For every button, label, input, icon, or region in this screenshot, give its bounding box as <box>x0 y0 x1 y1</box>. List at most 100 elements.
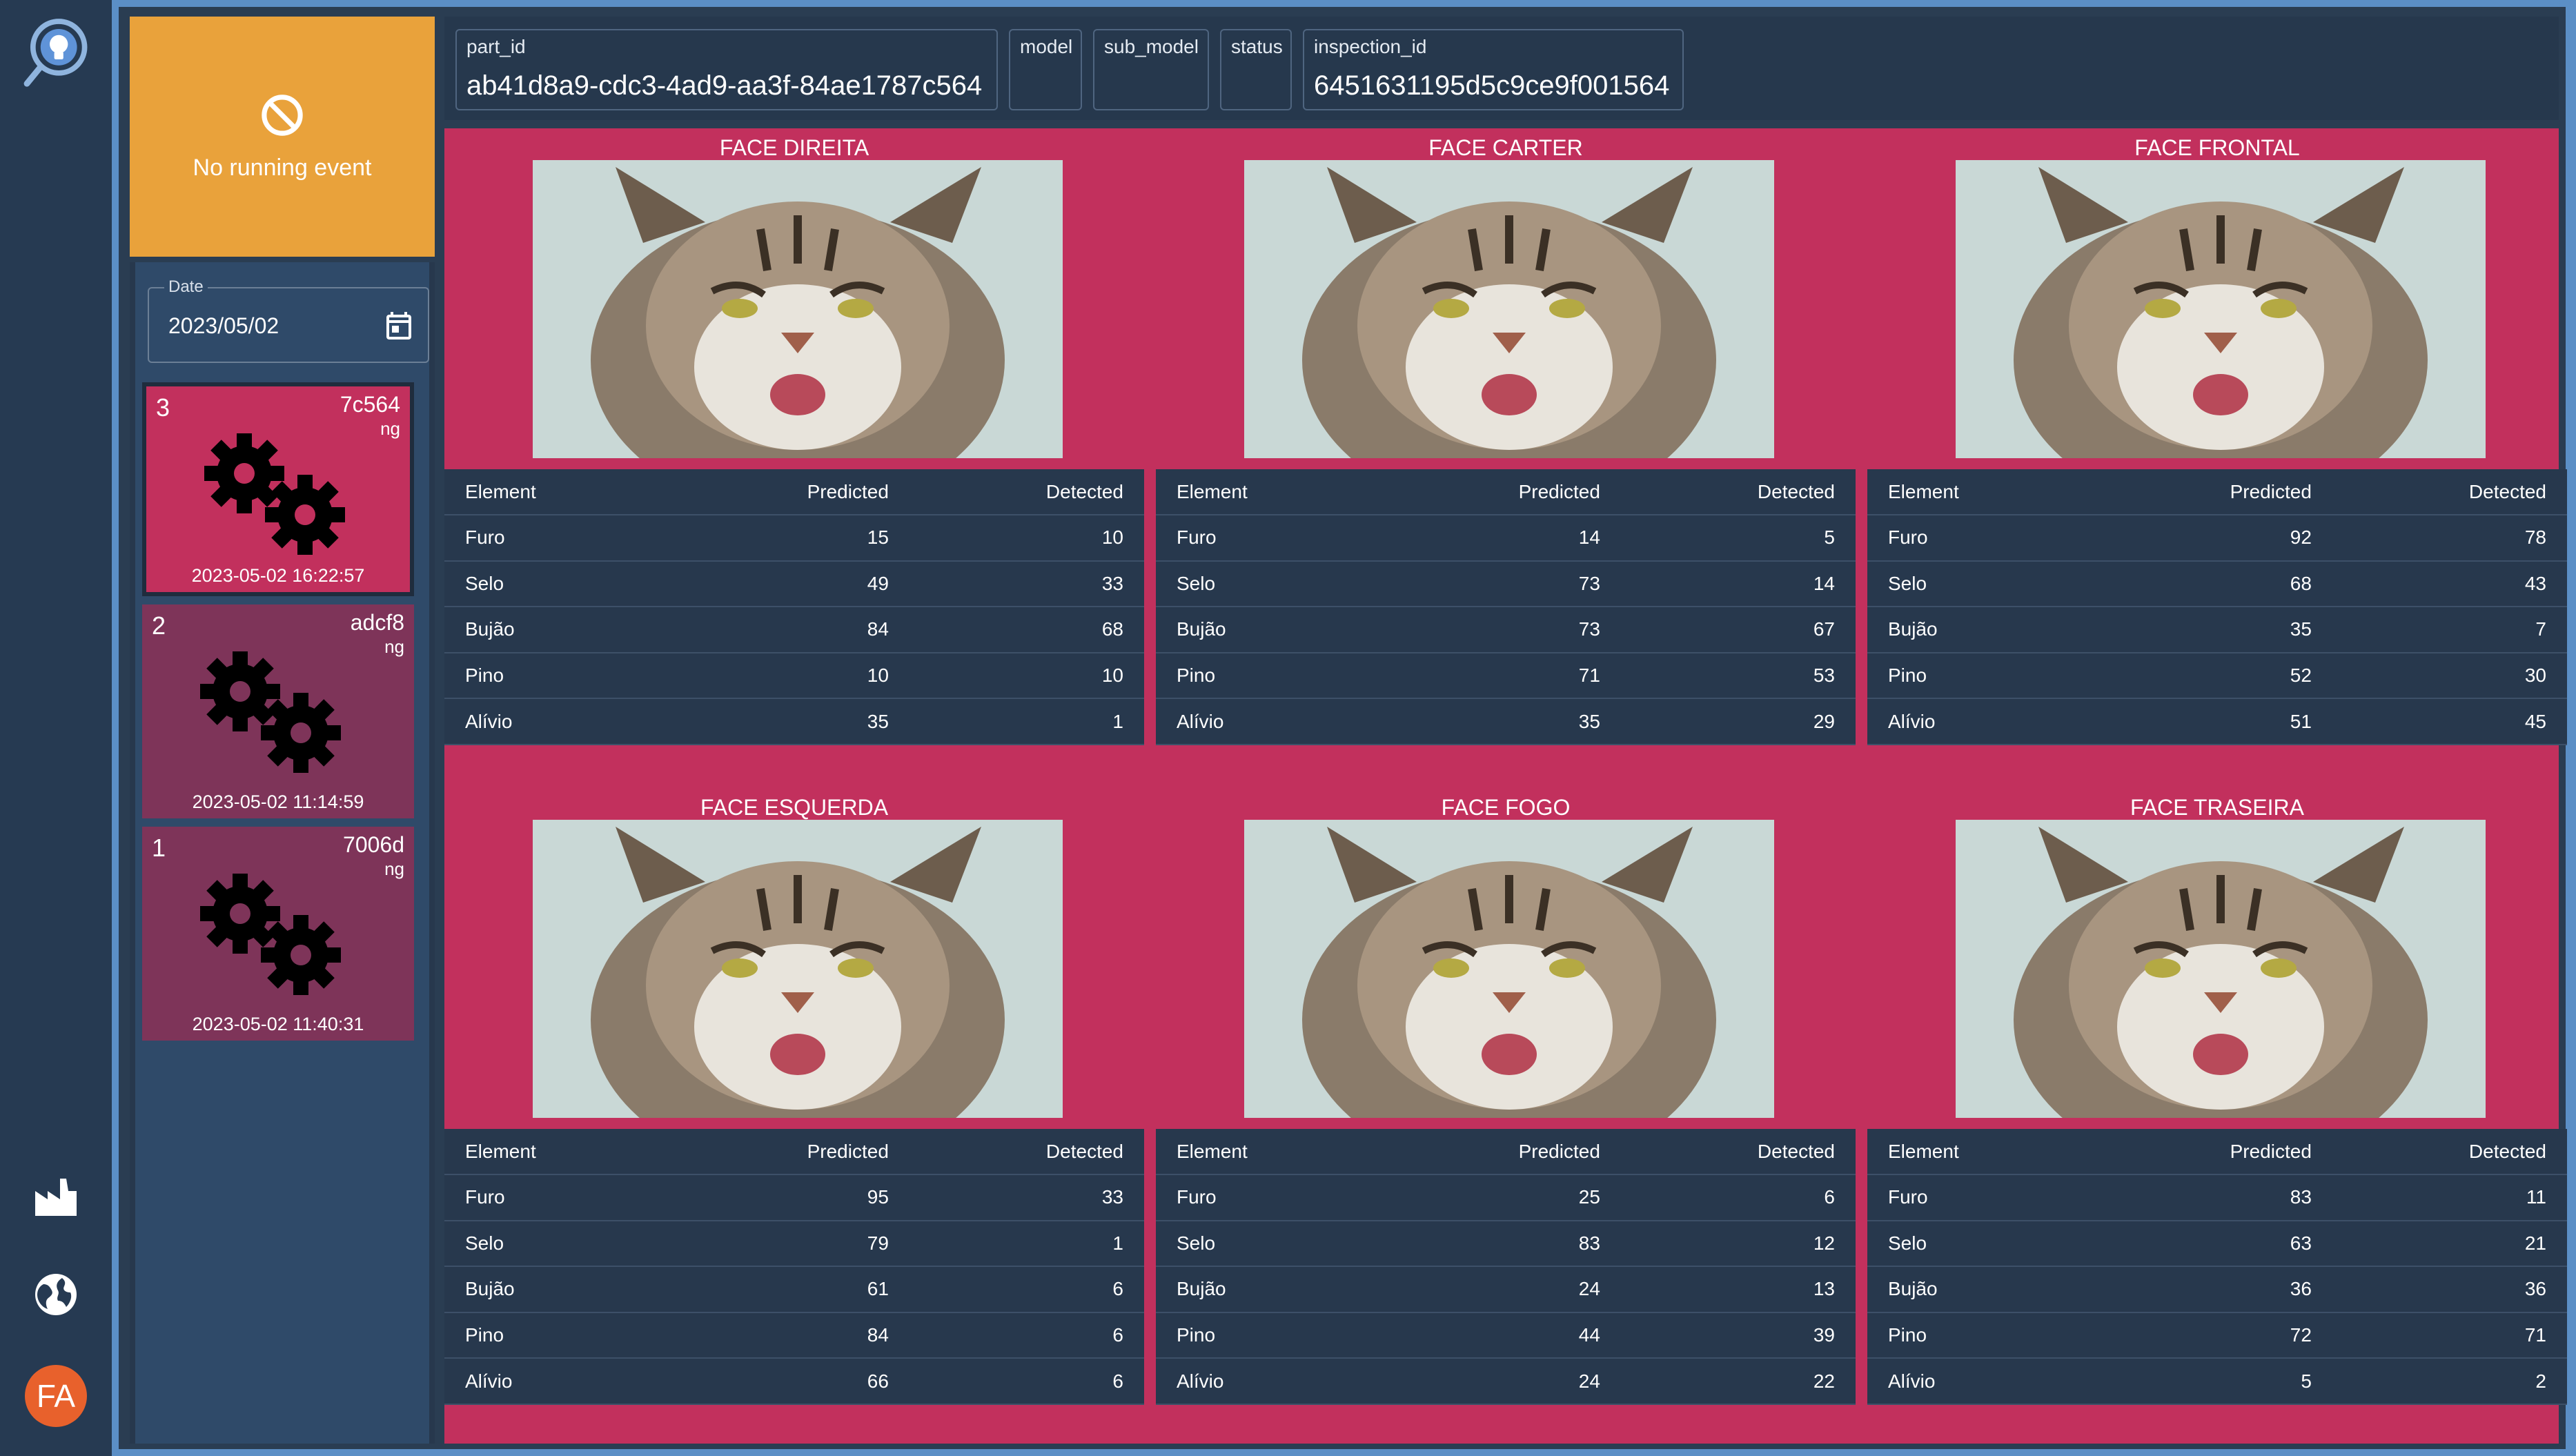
detected-cell: 39 <box>1620 1312 1856 1359</box>
inspection-id-value: 6451631195d5c9ce9f001564 <box>1314 70 1670 101</box>
table-row[interactable]: Alívio 35 29 <box>1156 698 1856 745</box>
table-row[interactable]: Furo 14 5 <box>1156 515 1856 562</box>
face-title: FACE FRONTAL <box>2134 135 2300 160</box>
element-cell: Furo <box>1867 515 2090 562</box>
column-header: Element <box>1867 1129 2090 1175</box>
element-cell: Alívio <box>1156 1358 1378 1405</box>
event-card[interactable]: 3 7c564 ng 2023-05-02 16:22:57 <box>142 382 414 596</box>
detection-table: Element Predicted Detected Furo 14 5 Selo 73… <box>1156 469 1856 745</box>
gears-icon <box>204 433 345 555</box>
predicted-cell: 84 <box>666 607 910 653</box>
model-label: model <box>1020 36 1073 57</box>
predicted-cell: 24 <box>1377 1358 1621 1405</box>
table-row[interactable]: Furo 25 6 <box>1156 1174 1856 1221</box>
date-value[interactable]: 2023/05/02 <box>168 313 279 339</box>
table-row[interactable]: Alívio 51 45 <box>1867 698 2567 745</box>
element-cell: Pino <box>1867 652 2090 700</box>
event-number: 3 <box>156 393 170 422</box>
inspection-id-field[interactable]: inspection_id 6451631195d5c9ce9f001564 <box>1303 29 1684 110</box>
event-timestamp: 2023-05-02 11:40:31 <box>192 1014 364 1034</box>
column-header: Predicted <box>1377 1129 1621 1175</box>
face-panel: FACE FOGO Element Predicted Detected Fur… <box>1156 788 1856 1439</box>
element-cell: Selo <box>1156 560 1378 608</box>
element-cell: Furo <box>1156 515 1378 562</box>
table-row[interactable]: Furo 92 78 <box>1867 515 2567 562</box>
table-row[interactable]: Alívio 35 1 <box>444 698 1144 745</box>
detected-cell: 7 <box>2332 607 2567 653</box>
part-id-value: ab41d8a9-cdc3-4ad9-aa3f-84ae1787c564 <box>466 70 983 101</box>
user-avatar[interactable]: FA <box>25 1365 87 1427</box>
table-row[interactable]: Selo 73 14 <box>1156 560 1856 608</box>
table-row[interactable]: Bujão 61 6 <box>444 1266 1144 1313</box>
date-picker[interactable]: Date 2023/05/02 <box>148 277 429 363</box>
part-id-field[interactable]: part_id ab41d8a9-cdc3-4ad9-aa3f-84ae1787… <box>455 29 998 110</box>
column-header: Detected <box>909 1129 1144 1175</box>
face-photo[interactable] <box>533 820 1063 1118</box>
table-row[interactable]: Pino 84 6 <box>444 1312 1144 1359</box>
table-row[interactable]: Furo 95 33 <box>444 1174 1144 1221</box>
element-cell: Bujão <box>1156 607 1378 653</box>
predicted-cell: 71 <box>1377 652 1621 700</box>
element-cell: Furo <box>444 515 667 562</box>
table-row[interactable]: Pino 10 10 <box>444 652 1144 700</box>
table-row[interactable]: Alívio 5 2 <box>1867 1358 2567 1405</box>
table-row[interactable]: Pino 71 53 <box>1156 652 1856 700</box>
column-header: Element <box>1156 1129 1378 1175</box>
element-cell: Pino <box>444 1312 667 1359</box>
table-row[interactable]: Selo 49 33 <box>444 560 1144 608</box>
element-cell: Bujão <box>444 607 667 653</box>
table-row[interactable]: Bujão 73 67 <box>1156 607 1856 653</box>
face-photo[interactable] <box>533 160 1063 458</box>
face-panel: FACE FRONTAL Element Predicted Detected <box>1867 128 2567 780</box>
table-row[interactable]: Bujão 84 68 <box>444 607 1144 653</box>
detected-cell: 29 <box>1620 698 1856 745</box>
face-photo[interactable] <box>1244 820 1774 1118</box>
globe-icon[interactable] <box>31 1270 81 1319</box>
detection-table: Element Predicted Detected Furo 83 11 Selo 6… <box>1867 1129 2567 1405</box>
table-row[interactable]: Pino 44 39 <box>1156 1312 1856 1359</box>
app-logo-icon[interactable] <box>19 14 95 90</box>
predicted-cell: 36 <box>2089 1266 2332 1313</box>
table-row[interactable]: Selo 63 21 <box>1867 1220 2567 1268</box>
column-header: Element <box>444 469 667 515</box>
gears-icon <box>200 874 341 995</box>
table-row[interactable]: Pino 52 30 <box>1867 652 2567 700</box>
inspection-header: part_id ab41d8a9-cdc3-4ad9-aa3f-84ae1787… <box>444 17 2559 120</box>
table-row[interactable]: Selo 83 12 <box>1156 1220 1856 1268</box>
sub-model-field[interactable]: sub_model <box>1093 29 1209 110</box>
face-photo[interactable] <box>1956 820 2486 1118</box>
table-row[interactable]: Alívio 24 22 <box>1156 1358 1856 1405</box>
table-row[interactable]: Alívio 66 6 <box>444 1358 1144 1405</box>
nav-rail: FA <box>0 0 112 1456</box>
column-header: Predicted <box>2089 469 2332 515</box>
event-card[interactable]: 1 7006d ng 2023-05-02 11:40:31 <box>142 827 414 1041</box>
detected-cell: 10 <box>909 515 1144 562</box>
status-field[interactable]: status <box>1220 29 1292 110</box>
model-field[interactable]: model <box>1009 29 1082 110</box>
table-row[interactable]: Selo 68 43 <box>1867 560 2567 608</box>
event-part-id: adcf8 <box>350 610 404 635</box>
table-row[interactable]: Pino 72 71 <box>1867 1312 2567 1359</box>
detected-cell: 43 <box>2332 560 2567 608</box>
table-row[interactable]: Bujão 35 7 <box>1867 607 2567 653</box>
table-row[interactable]: Bujão 36 36 <box>1867 1266 2567 1313</box>
face-photo[interactable] <box>1956 160 2486 458</box>
table-row[interactable]: Selo 79 1 <box>444 1220 1144 1268</box>
detected-cell: 68 <box>909 607 1144 653</box>
element-cell: Pino <box>1156 652 1378 700</box>
element-cell: Furo <box>1867 1174 2090 1221</box>
event-timestamp: 2023-05-02 11:14:59 <box>192 791 364 812</box>
predicted-cell: 83 <box>1377 1220 1621 1268</box>
table-row[interactable]: Furo 83 11 <box>1867 1174 2567 1221</box>
predicted-cell: 14 <box>1377 515 1621 562</box>
factory-icon[interactable] <box>31 1170 81 1220</box>
table-row[interactable]: Bujão 24 13 <box>1156 1266 1856 1313</box>
element-cell: Alívio <box>1867 698 2090 745</box>
face-photo[interactable] <box>1244 160 1774 458</box>
table-row[interactable]: Furo 15 10 <box>444 515 1144 562</box>
calendar-icon[interactable] <box>382 309 415 342</box>
predicted-cell: 5 <box>2089 1358 2332 1405</box>
predicted-cell: 83 <box>2089 1174 2332 1221</box>
running-event-banner: No running event <box>130 17 435 257</box>
event-card[interactable]: 2 adcf8 ng 2023-05-02 11:14:59 <box>142 604 414 818</box>
